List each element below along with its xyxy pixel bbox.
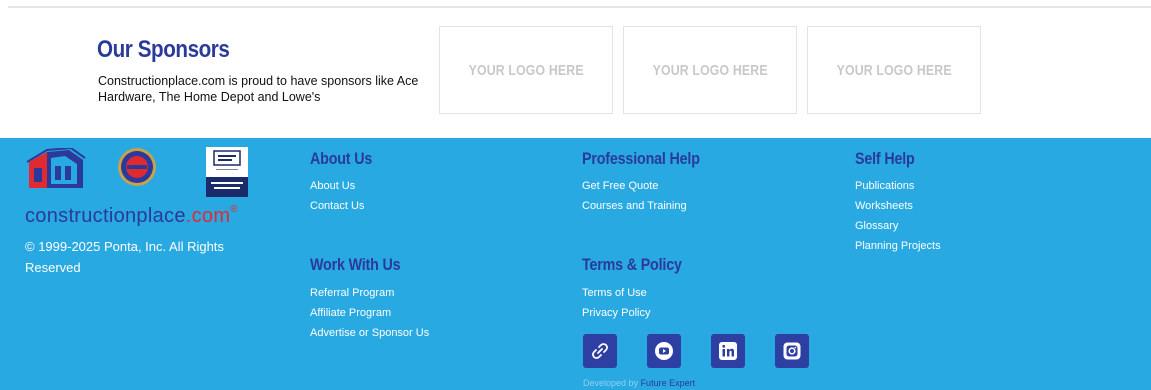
about-links: About Us Contact Us <box>310 176 364 216</box>
sponsors-description: Constructionplace.com is proud to have s… <box>98 74 419 104</box>
sba-certified-badge-icon <box>206 147 248 197</box>
work-with-us-heading: Work With Us <box>310 255 401 274</box>
brand-suffix: .com <box>185 205 231 227</box>
terms-policy-links: Terms of Use Privacy Policy <box>582 283 650 323</box>
footer-link-publications[interactable]: Publications <box>855 176 941 196</box>
footer-link-referral-program[interactable]: Referral Program <box>310 283 429 303</box>
footer-link-glossary[interactable]: Glossary <box>855 216 941 236</box>
constructionplace-logo-icon[interactable] <box>25 148 87 192</box>
footer-link-about-us[interactable]: About Us <box>310 176 364 196</box>
footer-link-planning-projects[interactable]: Planning Projects <box>855 236 941 256</box>
footer-link-worksheets[interactable]: Worksheets <box>855 196 941 216</box>
footer-link-get-free-quote[interactable]: Get Free Quote <box>582 176 687 196</box>
professional-help-links: Get Free Quote Courses and Training <box>582 176 687 216</box>
sponsor-logo-slot-3[interactable]: YOUR LOGO HERE <box>807 26 981 114</box>
link-icon[interactable] <box>583 334 617 368</box>
footer-link-terms-of-use[interactable]: Terms of Use <box>582 283 650 303</box>
work-with-us-links: Referral Program Affiliate Program Adver… <box>310 283 429 343</box>
footer-link-affiliate-program[interactable]: Affiliate Program <box>310 303 429 323</box>
brand-name-text: constructionplace <box>25 205 186 227</box>
footer-link-privacy-policy[interactable]: Privacy Policy <box>582 303 650 323</box>
instagram-icon[interactable] <box>775 334 809 368</box>
copyright-text: © 1999-2025 Ponta, Inc. All Rights Reser… <box>25 239 224 275</box>
registered-mark: ® <box>230 204 238 215</box>
about-heading: About Us <box>310 149 373 168</box>
terms-policy-heading: Terms & Policy <box>582 255 682 274</box>
sponsor-logo-placeholder: YOUR LOGO HERE <box>468 61 584 79</box>
sponsors-title: Our Sponsors <box>97 36 230 63</box>
sponsors-section: Our Sponsors Constructionplace.com is pr… <box>0 8 1151 138</box>
professional-help-heading: Professional Help <box>582 149 700 168</box>
developed-by-label: Developed by <box>583 378 639 388</box>
footer-link-contact-us[interactable]: Contact Us <box>310 196 364 216</box>
self-help-heading: Self Help <box>855 149 915 168</box>
footer-link-advertise[interactable]: Advertise or Sponsor Us <box>310 323 429 343</box>
social-links <box>583 334 809 368</box>
developer-link[interactable]: Future Expert <box>641 378 696 388</box>
developer-credit: Developed by Future Expert <box>583 378 695 388</box>
youtube-icon[interactable] <box>647 334 681 368</box>
self-help-links: Publications Worksheets Glossary Plannin… <box>855 176 941 256</box>
sponsor-logo-placeholder: YOUR LOGO HERE <box>836 61 952 79</box>
brand-wordmark[interactable]: constructionplace.com® <box>25 204 238 228</box>
linkedin-icon[interactable] <box>711 334 745 368</box>
footer-link-courses-training[interactable]: Courses and Training <box>582 196 687 216</box>
sponsor-logo-placeholder: YOUR LOGO HERE <box>652 61 768 79</box>
sponsor-logo-slot-2[interactable]: YOUR LOGO HERE <box>623 26 797 114</box>
site-footer: constructionplace.com® © 1999-2025 Ponta… <box>0 138 1151 390</box>
sdvosb-seal-icon <box>118 148 156 186</box>
sponsor-logo-slot-1[interactable]: YOUR LOGO HERE <box>439 26 613 114</box>
